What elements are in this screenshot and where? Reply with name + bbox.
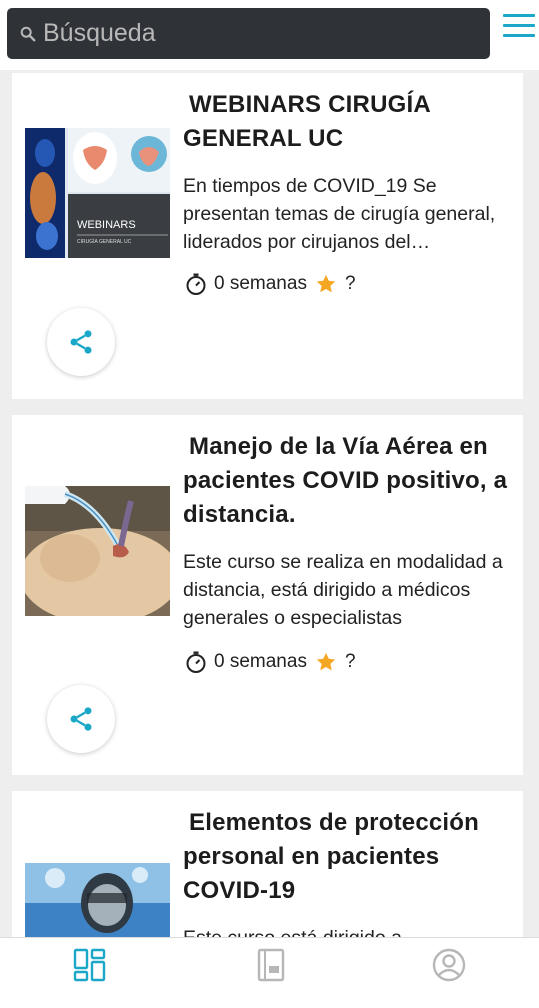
dashboard-icon <box>73 948 106 982</box>
share-button[interactable] <box>47 308 115 376</box>
course-description: Este curso se realiza en modalidad a dis… <box>183 551 503 629</box>
share-icon <box>70 707 92 731</box>
tab-courses[interactable] <box>254 948 288 982</box>
course-card[interactable]: Manejo de la Vía Aérea en pacientes COVI… <box>12 415 523 775</box>
book-icon <box>257 948 285 982</box>
tab-dashboard[interactable] <box>73 948 107 982</box>
thumbnail-subtitle: CIRUGÍA GENERAL UC <box>77 238 132 245</box>
share-icon <box>70 330 92 354</box>
stopwatch-icon <box>186 273 206 295</box>
course-thumbnail: WEBINARS CIRUGÍA GENERAL UC <box>25 128 170 258</box>
bottom-navigation <box>0 937 539 1008</box>
course-thumbnail <box>25 486 170 616</box>
search-icon <box>20 26 36 41</box>
search-input[interactable] <box>41 18 465 49</box>
star-icon <box>316 274 336 293</box>
course-meta: 0 semanas ? <box>184 648 356 676</box>
course-description: En tiempos de COVID_19 Se presentan tema… <box>183 175 496 253</box>
tab-profile[interactable] <box>432 948 466 982</box>
user-profile-icon <box>432 948 466 982</box>
hamburger-menu-icon[interactable] <box>503 14 535 40</box>
stopwatch-icon <box>186 651 206 673</box>
share-button[interactable] <box>47 685 115 753</box>
top-bar <box>0 0 539 70</box>
course-title[interactable]: WEBINARS CIRUGÍA GENERAL UC <box>183 88 513 156</box>
course-meta: 0 semanas ? <box>184 270 356 298</box>
course-card[interactable]: WEBINARS CIRUGÍA GENERAL UC WEBINARS CIR… <box>12 73 523 399</box>
course-duration: 0 semanas <box>214 273 307 294</box>
course-title[interactable]: Elementos de protección personal en paci… <box>183 806 513 908</box>
course-title[interactable]: Manejo de la Vía Aérea en pacientes COVI… <box>183 430 513 532</box>
star-icon <box>316 652 336 671</box>
course-rating: ? <box>344 651 356 672</box>
course-rating: ? <box>344 273 356 294</box>
course-duration: 0 semanas <box>214 651 307 672</box>
search-bar[interactable] <box>7 8 490 59</box>
thumbnail-title: WEBINARS <box>77 219 136 231</box>
